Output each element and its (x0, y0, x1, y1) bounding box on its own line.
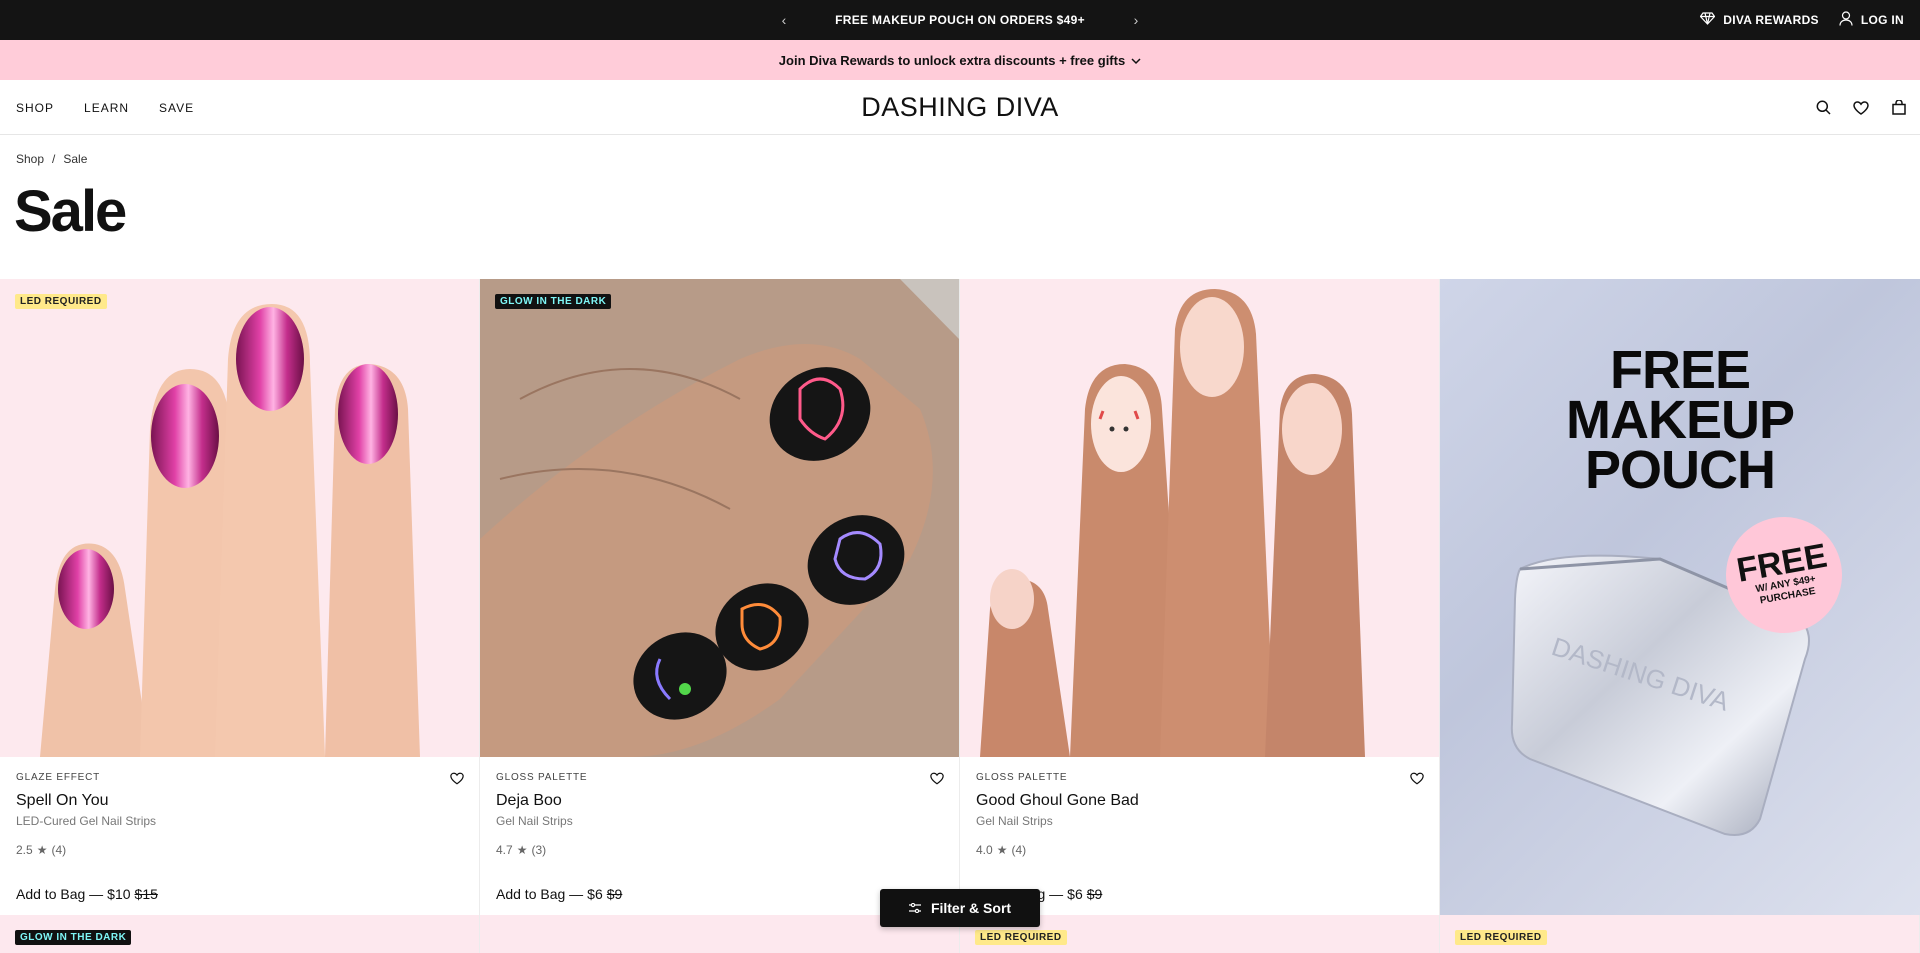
product-card[interactable]: LED REQUIRED GLAZE EFFECT Spell On You L… (0, 279, 480, 915)
original-price: $9 (606, 886, 623, 902)
rating-value: 4.0 (976, 843, 993, 857)
review-count: (3) (531, 843, 547, 857)
chevron-down-icon (1131, 53, 1141, 68)
product-card-partial[interactable]: GLOW IN THE DARK (0, 915, 480, 953)
breadcrumb-separator: / (52, 152, 56, 166)
user-icon (1839, 11, 1853, 29)
product-rating: 4.0 ★ (4) (976, 843, 1426, 857)
original-price: $9 (1086, 886, 1103, 902)
product-rating: 2.5 ★ (4) (16, 843, 466, 857)
filter-sort-button[interactable]: Filter & Sort (880, 889, 1040, 927)
product-category: GLAZE EFFECT (16, 772, 101, 783)
chevron-left-icon[interactable]: ‹ (770, 6, 798, 34)
product-info: GLAZE EFFECT Spell On You LED-Cured Gel … (16, 772, 466, 857)
product-image[interactable] (480, 279, 959, 757)
promo-headline-line: POUCH (1584, 440, 1776, 500)
product-name[interactable]: Deja Boo (496, 792, 946, 810)
account-links: DIVA REWARDS LOG IN (1699, 0, 1904, 40)
product-badge: LED REQUIRED (1455, 930, 1547, 945)
sale-price: $6 (1067, 886, 1083, 902)
rating-value: 2.5 (16, 843, 33, 857)
announcement-bar: ‹ FREE MAKEUP POUCH ON ORDERS $49+ › DIV… (0, 0, 1920, 40)
product-badge: GLOW IN THE DARK (495, 294, 612, 309)
add-to-bag-button[interactable]: Add to Bag — $10 $15 (16, 886, 158, 902)
sliders-icon (908, 900, 921, 916)
product-info: GLOSS PALETTE Good Ghoul Gone Bad Gel Na… (976, 772, 1426, 857)
product-category: GLOSS PALETTE (496, 772, 588, 783)
product-name[interactable]: Spell On You (16, 792, 466, 810)
wishlist-heart-icon[interactable] (930, 772, 946, 788)
login-link[interactable]: LOG IN (1839, 11, 1904, 29)
nav-save[interactable]: SAVE (159, 101, 194, 115)
add-to-bag-label: Add to Bag — (496, 886, 584, 902)
wishlist-heart-icon[interactable] (450, 772, 466, 788)
logo-container: DASHING DIVA (0, 80, 1920, 135)
promo-headline-line: MAKEUP (1565, 390, 1795, 450)
product-card[interactable]: GLOSS PALETTE Good Ghoul Gone Bad Gel Na… (960, 279, 1440, 915)
diva-rewards-link[interactable]: DIVA REWARDS (1699, 12, 1819, 28)
review-count: (4) (1011, 843, 1027, 857)
wishlist-heart-icon[interactable] (1410, 772, 1426, 788)
page-title: Sale (14, 179, 127, 244)
product-info: GLOSS PALETTE Deja Boo Gel Nail Strips 4… (496, 772, 946, 857)
nav-shop[interactable]: SHOP (16, 101, 54, 115)
product-card-partial[interactable]: LED REQUIRED (1440, 915, 1920, 953)
main-nav: SHOP LEARN SAVE (16, 80, 194, 135)
product-rating: 4.7 ★ (3) (496, 843, 946, 857)
breadcrumb: Shop / Sale (16, 152, 87, 166)
sale-price: $10 (107, 886, 131, 902)
product-type: Gel Nail Strips (496, 814, 573, 828)
promo-tile[interactable]: FREE MAKEUP POUCH DASHING DIVA FREE W/ A… (1440, 279, 1920, 915)
announcement-message[interactable]: FREE MAKEUP POUCH ON ORDERS $49+ (835, 13, 1085, 27)
product-grid: LED REQUIRED GLAZE EFFECT Spell On You L… (0, 279, 1920, 953)
rewards-banner-text: Join Diva Rewards to unlock extra discou… (778, 52, 1126, 68)
bag-icon[interactable] (1888, 97, 1910, 119)
chevron-right-icon[interactable]: › (1122, 6, 1150, 34)
site-header: SHOP LEARN SAVE DASHING DIVA (0, 80, 1920, 135)
filter-sort-label: Filter & Sort (930, 900, 1012, 916)
header-icons (1812, 80, 1910, 135)
product-badge: LED REQUIRED (975, 930, 1067, 945)
product-badge: GLOW IN THE DARK (15, 930, 132, 945)
product-category: GLOSS PALETTE (976, 772, 1068, 783)
announcement-carousel: ‹ FREE MAKEUP POUCH ON ORDERS $49+ › (770, 0, 1150, 40)
product-type: LED-Cured Gel Nail Strips (16, 814, 157, 828)
product-image[interactable] (960, 279, 1439, 757)
nav-learn[interactable]: LEARN (84, 101, 129, 115)
add-to-bag-label: Add to Bag — (16, 886, 104, 902)
product-name[interactable]: Good Ghoul Gone Bad (976, 792, 1426, 810)
login-label: LOG IN (1860, 13, 1904, 27)
product-type: Gel Nail Strips (976, 814, 1053, 828)
rewards-banner[interactable]: Join Diva Rewards to unlock extra discou… (0, 40, 1920, 80)
review-count: (4) (51, 843, 67, 857)
product-image[interactable] (0, 279, 479, 757)
product-card[interactable]: GLOW IN THE DARK GLOSS PALETTE Deja Boo … (480, 279, 960, 915)
star-icon: ★ (516, 843, 528, 857)
star-icon: ★ (996, 843, 1008, 857)
original-price: $15 (134, 886, 158, 902)
diva-rewards-label: DIVA REWARDS (1723, 13, 1819, 27)
sale-price: $6 (587, 886, 603, 902)
heart-icon[interactable] (1850, 97, 1872, 119)
rating-value: 4.7 (496, 843, 513, 857)
search-icon[interactable] (1812, 97, 1834, 119)
diamond-icon (1699, 12, 1716, 28)
promo-headline-line: FREE (1609, 340, 1751, 400)
site-logo[interactable]: DASHING DIVA (861, 92, 1059, 123)
promo-headline: FREE MAKEUP POUCH (1440, 340, 1920, 500)
breadcrumb-current: Sale (63, 152, 88, 166)
add-to-bag-button[interactable]: Add to Bag — $6 $9 (496, 886, 622, 902)
breadcrumb-shop[interactable]: Shop (16, 152, 44, 166)
product-badge: LED REQUIRED (15, 294, 107, 309)
star-icon: ★ (36, 843, 48, 857)
